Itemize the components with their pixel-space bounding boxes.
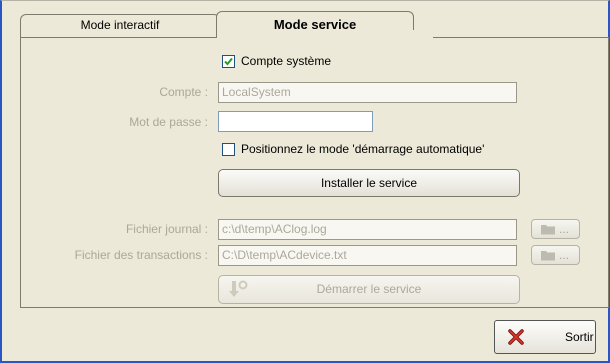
transactions-browse-ellipsis: ... <box>559 248 570 262</box>
account-field[interactable]: LocalSystem <box>218 82 517 103</box>
install-service-button[interactable]: Installer le service <box>218 169 520 197</box>
check-icon <box>224 57 233 66</box>
password-label: Mot de passe : <box>129 115 208 129</box>
transactions-file-field[interactable]: C:\D\temp\ACdevice.txt <box>218 245 517 266</box>
log-file-label: Fichier journal : <box>125 222 208 236</box>
log-file-browse-button[interactable]: ... <box>531 219 580 239</box>
folder-icon <box>541 251 555 261</box>
autostart-label: Positionnez le mode 'démarrage automatiq… <box>241 142 485 156</box>
tab-mode-interactif[interactable]: Mode interactif <box>20 14 220 37</box>
tab-mode-service[interactable]: Mode service <box>216 11 433 39</box>
account-label: Compte : <box>159 85 208 99</box>
service-start-icon <box>229 280 248 297</box>
start-service-button[interactable]: Démarrer le service <box>218 275 520 304</box>
transactions-file-label: Fichier des transactions : <box>74 248 208 262</box>
transactions-browse-button[interactable]: ... <box>531 245 580 265</box>
folder-icon <box>541 225 555 235</box>
exit-button-label: Sortir <box>565 330 594 344</box>
log-browse-ellipsis: ... <box>559 222 570 236</box>
password-field[interactable] <box>218 111 373 132</box>
service-panel: Compte système Compte : LocalSystem Mot … <box>20 37 609 308</box>
autostart-checkbox[interactable] <box>222 143 235 156</box>
start-service-label: Démarrer le service <box>316 282 422 296</box>
red-x-icon <box>508 329 524 345</box>
exit-button[interactable]: Sortir <box>494 320 596 354</box>
system-account-label: Compte système <box>241 54 332 68</box>
log-file-field[interactable]: c:\d\temp\AClog.log <box>218 219 517 240</box>
system-account-checkbox[interactable] <box>222 55 235 68</box>
